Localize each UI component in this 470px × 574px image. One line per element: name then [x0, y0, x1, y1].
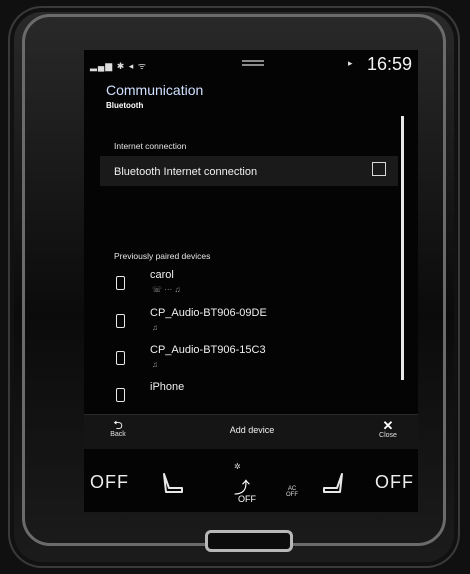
page-title: Communication	[106, 82, 204, 98]
action-bar: ⮌ Back Add device ✕ Close	[84, 414, 418, 449]
paired-device-cp-audio-09de[interactable]: CP_Audio-BT906-09DE ♫	[100, 306, 398, 342]
status-bar: ▂▄▆ ✱ ◂ ᯤ ▸ 16:59	[84, 50, 418, 76]
clock: 16:59	[366, 54, 412, 74]
back-button[interactable]: ⮌ Back	[100, 419, 136, 447]
left-temperature[interactable]: OFF	[90, 472, 129, 493]
bluetooth-internet-checkbox[interactable]	[372, 162, 386, 176]
ac-status: OFF	[286, 492, 298, 498]
bluetooth-internet-label: Bluetooth Internet connection	[114, 166, 258, 178]
paired-device-cp-audio-15c3[interactable]: CP_Audio-BT906-15C3 ♫	[100, 343, 398, 379]
connectivity-icons: ▂▄▆ ✱ ◂ ᯤ	[90, 61, 147, 71]
close-icon: ✕	[382, 418, 394, 433]
ac-button[interactable]: AC OFF	[286, 486, 298, 498]
phone-icon	[116, 388, 125, 402]
back-label: Back	[110, 431, 126, 438]
bluetooth-internet-row[interactable]: Bluetooth Internet connection	[100, 156, 398, 186]
scrollbar[interactable]	[401, 116, 404, 380]
device-name: CP_Audio-BT906-09DE	[150, 307, 267, 319]
close-button[interactable]: ✕ Close	[370, 419, 406, 447]
device-name: carol	[150, 269, 174, 281]
fan-icon: ✲	[234, 462, 241, 471]
infotainment-screen: ▂▄▆ ✱ ◂ ᯤ ▸ 16:59 Communication Bluetoot…	[84, 50, 418, 512]
phone-icon	[116, 351, 125, 365]
paired-device-carol[interactable]: carol ☏ ··· ♫	[100, 268, 398, 304]
device-name: CP_Audio-BT906-15C3	[150, 344, 266, 356]
left-seat-heat-icon[interactable]	[160, 472, 186, 494]
navigation-arrow-icon: ▸	[348, 58, 353, 68]
device-capabilities: ♫	[152, 360, 158, 369]
back-arrow-icon: ⮌	[113, 418, 123, 432]
add-device-button[interactable]: Add device	[202, 425, 302, 435]
device-name: iPhone	[150, 381, 185, 393]
phone-icon	[116, 276, 125, 290]
pull-down-handle[interactable]	[242, 60, 264, 66]
close-label: Close	[379, 432, 397, 439]
climate-bar: OFF ✲ ⤴ OFF AC OFF OFF	[84, 450, 418, 512]
device-capabilities: ♫	[152, 323, 158, 332]
page-subtitle: Bluetooth	[106, 101, 144, 110]
phone-icon	[116, 314, 125, 328]
paired-devices-heading: Previously paired devices	[114, 251, 211, 261]
right-temperature[interactable]: OFF	[375, 472, 414, 493]
right-seat-heat-icon[interactable]	[320, 472, 346, 494]
internet-connection-heading: Internet connection	[114, 141, 187, 151]
home-button[interactable]	[205, 530, 293, 552]
device-capabilities: ☏ ··· ♫	[152, 285, 181, 294]
paired-device-iphone[interactable]: iPhone	[100, 380, 398, 416]
fan-status: OFF	[238, 494, 256, 504]
